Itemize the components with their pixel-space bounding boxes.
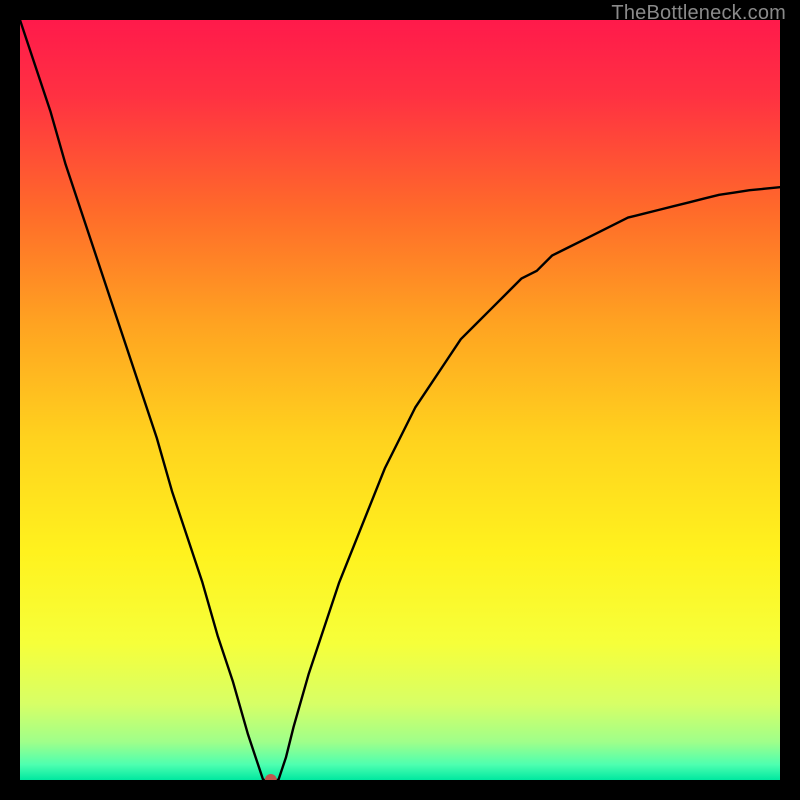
chart-background-gradient [20, 20, 780, 780]
bottleneck-chart [20, 20, 780, 780]
chart-frame: TheBottleneck.com [0, 0, 800, 800]
